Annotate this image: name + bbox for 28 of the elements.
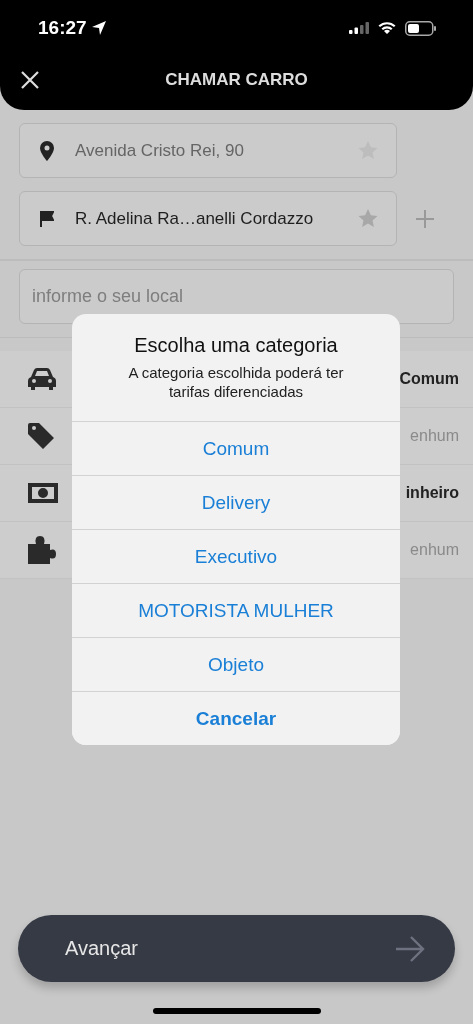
wifi-icon <box>377 21 397 35</box>
map-pin-icon <box>40 140 54 161</box>
option-value: enhum <box>410 427 459 445</box>
screen-title: CHAMAR CARRO <box>165 70 308 90</box>
close-button[interactable] <box>20 70 40 90</box>
flag-icon <box>40 210 54 227</box>
battery-icon <box>405 20 437 36</box>
dialog-message: A categoria escolhida poderá ter tarifas diferenciadas <box>127 363 345 401</box>
banknote-icon <box>28 483 58 503</box>
address-field[interactable]: Avenida Cristo Rei, 90 <box>19 123 397 178</box>
cancel-button[interactable]: Cancelar <box>72 691 400 745</box>
car-icon <box>28 368 56 390</box>
puzzle-icon <box>28 536 56 564</box>
star-icon[interactable] <box>358 209 378 228</box>
status-time: 16:27 <box>38 17 87 39</box>
tag-icon <box>28 423 54 449</box>
option-value: Comum <box>399 370 459 388</box>
dialog-title: Escolha uma categoria <box>133 334 339 357</box>
signal-icon <box>349 22 369 34</box>
add-icon[interactable] <box>415 208 435 229</box>
next-button[interactable]: Avançar <box>18 915 455 982</box>
address-field[interactable]: R. Adelina Ra…anelli Cordazzo <box>19 191 397 246</box>
address-text: Avenida Cristo Rei, 90 <box>75 140 245 161</box>
option-value: inheiro <box>405 484 459 502</box>
address-text: R. Adelina Ra…anelli Cordazzo <box>75 208 315 229</box>
location-arrow-icon <box>90 20 107 36</box>
option-value: enhum <box>410 541 459 559</box>
arrow-right-icon <box>395 935 425 962</box>
